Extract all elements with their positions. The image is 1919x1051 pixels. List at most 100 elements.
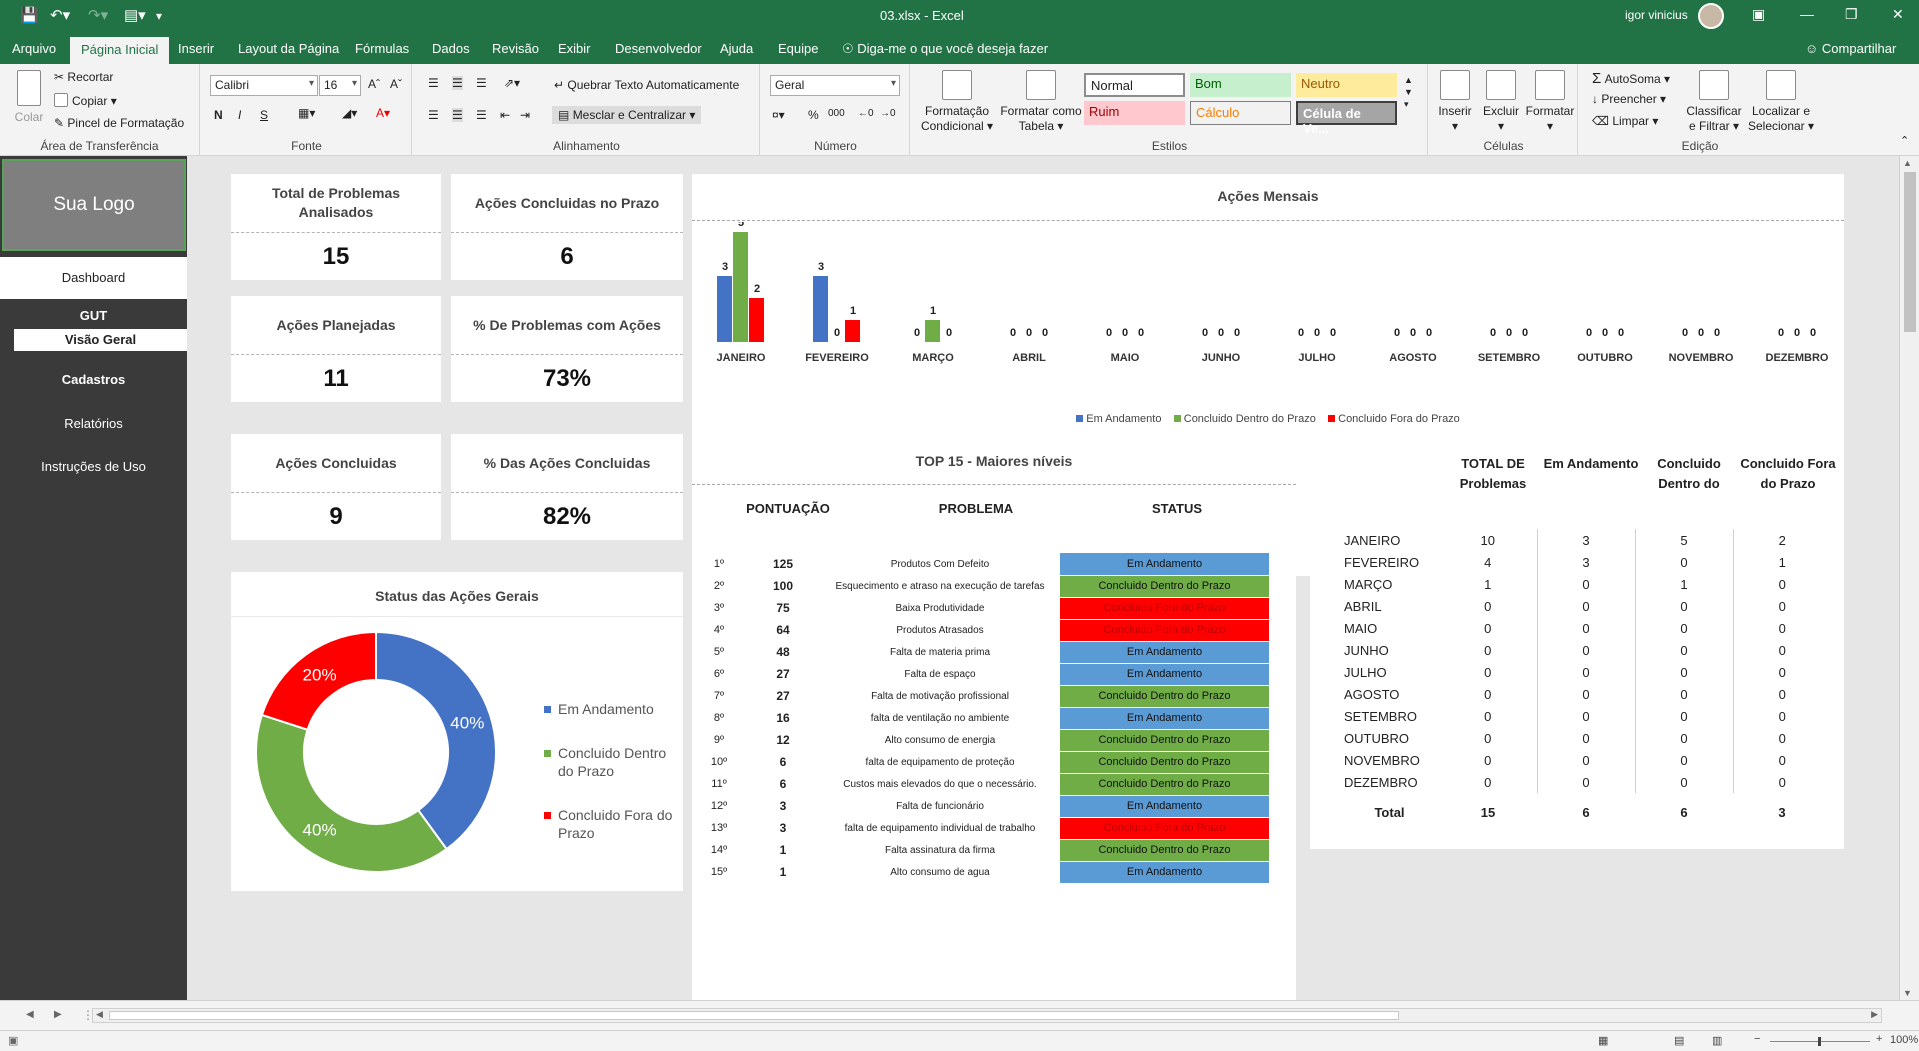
tab-formulas[interactable]: Fórmulas [355, 41, 409, 56]
paste-button[interactable]: Colar [10, 70, 48, 125]
logo-placeholder[interactable]: Sua Logo [2, 159, 186, 251]
align-center-icon[interactable]: ☰ [452, 108, 463, 122]
user-name[interactable]: igor vinicius [1625, 8, 1688, 22]
zoom-level[interactable]: 100% [1890, 1034, 1918, 1046]
tab-layout[interactable]: Layout da Página [238, 41, 339, 56]
sidebar-item-dashboard[interactable]: Dashboard [0, 257, 187, 299]
horizontal-scrollbar[interactable]: ◀ ▶ [92, 1008, 1882, 1023]
hscroll-thumb[interactable] [109, 1011, 1399, 1020]
status-cell: Em Andamento [1060, 553, 1269, 576]
style-bom[interactable]: Bom [1190, 73, 1291, 97]
scroll-left-icon[interactable]: ◀ [96, 1009, 103, 1020]
style-neutro[interactable]: Neutro [1296, 73, 1397, 97]
decrease-indent-icon[interactable]: ⇤ [500, 108, 510, 122]
tab-arquivo[interactable]: Arquivo [12, 41, 56, 56]
scroll-right-icon[interactable]: ▶ [1871, 1009, 1878, 1020]
format-painter-button[interactable]: ✎ Pincel de Formatação [54, 116, 184, 130]
sidebar-item-visao-geral[interactable]: Visão Geral [14, 329, 187, 351]
maximize-icon[interactable]: ❐ [1845, 6, 1858, 23]
decrease-decimal-icon[interactable]: →0 [880, 108, 896, 119]
tab-dados[interactable]: Dados [432, 41, 470, 56]
avatar[interactable] [1698, 3, 1724, 29]
macro-record-icon[interactable]: ▣ [8, 1034, 18, 1047]
cut-button[interactable]: ✂ Recortar [54, 70, 113, 84]
shrink-font-icon[interactable]: Aˇ [390, 77, 402, 91]
thousands-icon[interactable]: 000 [828, 108, 845, 119]
borders-icon[interactable]: ▦▾ [298, 106, 315, 120]
next-sheet-icon[interactable]: ▶ [54, 1009, 62, 1020]
sidebar-item-relatorios[interactable]: Relatórios [0, 416, 187, 431]
insert-cells-button[interactable]: Inserir ▾ [1432, 70, 1478, 134]
bold-button[interactable]: N [214, 108, 223, 122]
save-icon[interactable]: 💾 [20, 7, 39, 25]
font-name-combo[interactable]: Calibri [210, 75, 318, 96]
tab-pagina-inicial[interactable]: Página Inicial [70, 37, 170, 64]
scroll-thumb[interactable] [1904, 172, 1916, 332]
tab-inserir[interactable]: Inserir [178, 41, 214, 56]
zoom-in-icon[interactable]: + [1876, 1033, 1882, 1045]
align-middle-icon[interactable]: ☰ [452, 76, 463, 90]
tab-desenvolvedor[interactable]: Desenvolvedor [615, 41, 702, 56]
format-table-button[interactable]: Formatar como Tabela ▾ [996, 70, 1086, 134]
number-format-combo[interactable]: Geral [770, 75, 900, 96]
grow-font-icon[interactable]: Aˆ [368, 77, 380, 91]
fill-color-icon[interactable]: ◢▾ [342, 106, 357, 120]
find-select-button[interactable]: Localizar e Selecionar ▾ [1746, 70, 1816, 134]
print-preview-icon[interactable]: ▤▾ [124, 7, 146, 25]
tell-me-search[interactable]: ☉ Diga-me o que você deseja fazer [842, 41, 1048, 57]
sidebar-item-cadastros[interactable]: Cadastros [0, 372, 187, 387]
fill-button[interactable]: ↓ Preencher ▾ [1592, 92, 1666, 106]
redo-icon[interactable]: ↷▾ [88, 7, 108, 25]
tab-equipe[interactable]: Equipe [778, 41, 818, 56]
page-break-icon[interactable]: ▥ [1712, 1034, 1722, 1047]
sort-filter-button[interactable]: Classificar e Filtrar ▾ [1682, 70, 1746, 134]
page-layout-icon[interactable]: ▤ [1674, 1034, 1684, 1047]
customize-qat-icon[interactable]: ▾ [156, 7, 162, 25]
font-color-icon[interactable]: A▾ [376, 106, 390, 120]
normal-view-icon[interactable]: ▦ [1598, 1034, 1608, 1047]
styles-scroll-icon[interactable]: ▲ ▼ ▾ [1404, 74, 1413, 110]
style-normal[interactable]: Normal [1084, 73, 1185, 97]
close-icon[interactable]: ✕ [1892, 6, 1904, 23]
currency-icon[interactable]: ¤▾ [772, 108, 785, 122]
minimize-icon[interactable]: — [1800, 6, 1814, 22]
share-button[interactable]: ☺ Compartilhar [1805, 41, 1896, 56]
tab-ajuda[interactable]: Ajuda [720, 41, 753, 56]
align-right-icon[interactable]: ☰ [476, 108, 487, 122]
zoom-out-icon[interactable]: − [1754, 1033, 1760, 1045]
clear-button[interactable]: ⌫ Limpar ▾ [1592, 114, 1658, 128]
prev-sheet-icon[interactable]: ◀ [26, 1009, 34, 1020]
font-size-combo[interactable]: 16 [319, 75, 361, 96]
align-bottom-icon[interactable]: ☰ [476, 76, 487, 90]
increase-indent-icon[interactable]: ⇥ [520, 108, 530, 122]
increase-decimal-icon[interactable]: ←0 [858, 108, 874, 119]
conditional-format-button[interactable]: Formatação Condicional ▾ [918, 70, 996, 134]
delete-cells-button[interactable]: Excluir ▾ [1478, 70, 1524, 134]
zoom-slider-handle[interactable] [1818, 1037, 1821, 1046]
scroll-up-icon[interactable]: ▲ [1903, 158, 1912, 168]
autosum-button[interactable]: Σ AutoSoma ▾ [1592, 70, 1670, 87]
tab-revisao[interactable]: Revisão [492, 41, 539, 56]
collapse-ribbon-icon[interactable]: ⌃ [1900, 134, 1909, 147]
italic-button[interactable]: I [238, 108, 241, 122]
scroll-down-icon[interactable]: ▼ [1903, 988, 1912, 998]
underline-button[interactable]: S [260, 108, 268, 122]
zoom-slider[interactable] [1770, 1037, 1870, 1046]
ribbon-display-icon[interactable]: ▣ [1752, 6, 1765, 23]
wrap-text-button[interactable]: ↵ Quebrar Texto Automaticamente [554, 78, 739, 92]
format-cells-button[interactable]: Formatar ▾ [1524, 70, 1576, 134]
sidebar-item-gut[interactable]: GUT [0, 305, 187, 327]
undo-icon[interactable]: ↶▾ [50, 7, 70, 25]
style-calculo[interactable]: Cálculo [1190, 101, 1291, 125]
align-left-icon[interactable]: ☰ [428, 108, 439, 122]
merge-center-button[interactable]: ▤ Mesclar e Centralizar ▾ [552, 106, 702, 124]
style-ruim[interactable]: Ruim [1084, 101, 1185, 125]
vertical-scrollbar[interactable]: ▲ ▼ [1899, 156, 1919, 1000]
percent-icon[interactable]: % [808, 108, 819, 122]
tab-exibir[interactable]: Exibir [558, 41, 591, 56]
copy-button[interactable]: Copiar ▾ [54, 93, 117, 108]
orientation-icon[interactable]: ⇗▾ [504, 76, 520, 90]
align-top-icon[interactable]: ☰ [428, 76, 439, 90]
style-celula[interactable]: Célula de Ve... [1296, 101, 1397, 136]
sidebar-item-instrucoes[interactable]: Instruções de Uso [0, 459, 187, 474]
